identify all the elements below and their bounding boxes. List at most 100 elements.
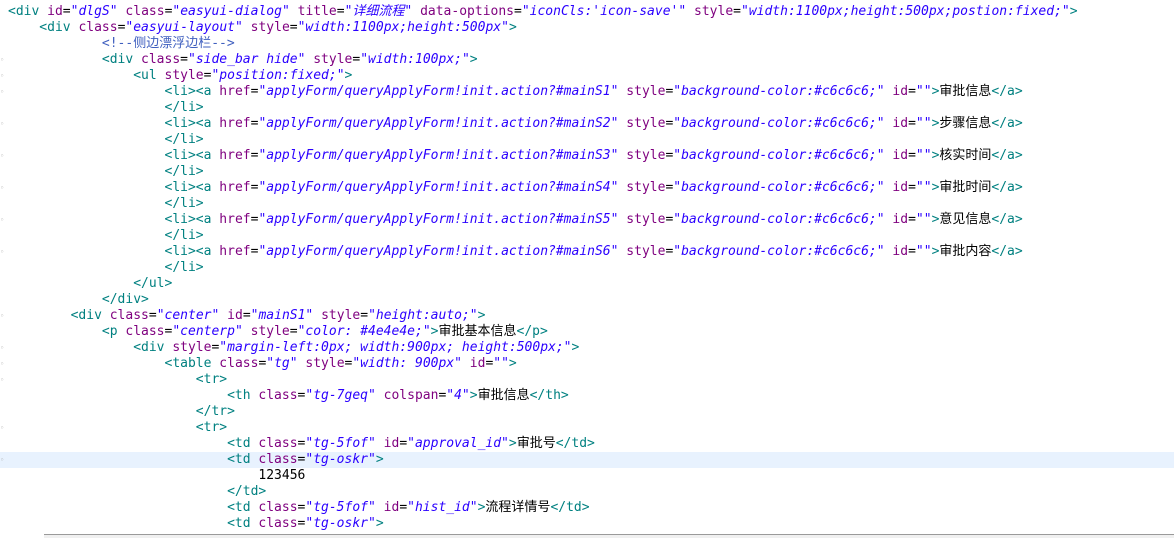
code-line[interactable]: ◦ <li><a href = "applyForm/queryApplyForm!i… <box>0 180 1174 196</box>
token-txt: 流程详情号 <box>485 500 551 515</box>
code-line[interactable]: <div id="dlgS" class="easyui-dialog" tit… <box>0 4 1174 20</box>
code-line[interactable]: <!--侧边漂浮边栏--> <box>0 36 1174 52</box>
code-line[interactable]: <td class="tg-5fof" id="approval_id">审批号… <box>0 436 1174 452</box>
code-line[interactable]: </tr> <box>0 404 1174 420</box>
code-text: <li><a href = "applyForm/queryApplyForm!in… <box>165 84 1023 100</box>
code-line[interactable]: </li> <box>0 164 1174 180</box>
token-tag: </li> <box>164 228 204 243</box>
token-tag: <li><a <box>164 180 220 195</box>
code-line[interactable]: <th class="tg-7geq" colspan="4">审批信息</th… <box>0 388 1174 404</box>
code-line[interactable]: <td class="tg-5fof" id="hist_id">流程详情号</… <box>0 500 1174 516</box>
code-line[interactable]: <td class="tg-oskr"> <box>0 516 1174 532</box>
token-str: "hist_id" <box>407 500 478 515</box>
code-line[interactable]: </li> <box>0 100 1174 116</box>
code-text: <td class="tg-5fof" id="hist_id">流程详情号</… <box>227 500 589 516</box>
fold-marker-icon[interactable]: ◦ <box>0 212 4 228</box>
token-str: "" <box>493 356 509 371</box>
code-line[interactable]: ◦ <table class="tg" style="width: 900px" … <box>0 356 1174 372</box>
fold-marker-icon[interactable]: ◦ <box>0 244 4 260</box>
code-line[interactable]: ◦ <ul style="position:fixed;"> <box>0 68 1174 84</box>
code-editor[interactable]: <div id="dlgS" class="easyui-dialog" tit… <box>0 0 1174 537</box>
code-line[interactable]: ◦ <li><a href = "applyForm/queryApplyForm!i… <box>0 244 1174 260</box>
fold-marker-icon[interactable]: ◦ <box>0 84 4 100</box>
code-line-current[interactable]: ◦ <td class="tg-oskr"> <box>0 452 1174 468</box>
code-line[interactable]: <div class="easyui-layout" style="width:… <box>0 20 1174 36</box>
code-line[interactable]: </li> <box>0 196 1174 212</box>
token-tag: </th> <box>529 388 569 403</box>
fold-marker-icon[interactable]: ◦ <box>0 148 4 164</box>
code-text: <td class="tg-oskr"> <box>227 516 384 532</box>
code-line[interactable]: ◦ <div class="center" id="mainS1" style="… <box>0 308 1174 324</box>
token-tag: <div <box>39 20 79 35</box>
token-str: "" <box>915 148 932 163</box>
token-attr: style <box>626 84 666 99</box>
code-line[interactable]: 123456 <box>0 468 1174 484</box>
token-tag: <table <box>164 356 220 371</box>
token-tag: </a> <box>991 180 1023 195</box>
token-tag: <li><a <box>164 212 220 227</box>
token-txt: = <box>908 116 916 131</box>
fold-marker-icon[interactable]: ◦ <box>0 340 4 356</box>
code-text: <tr> <box>196 420 227 436</box>
token-attr: style <box>172 340 212 355</box>
fold-marker-icon[interactable]: ◦ <box>0 452 4 468</box>
code-line[interactable]: </td> <box>0 484 1174 500</box>
code-line[interactable]: ◦ <li><a href = "applyForm/queryApplyForm!i… <box>0 84 1174 100</box>
fold-marker-icon[interactable]: ◦ <box>0 372 4 388</box>
fold-marker-icon[interactable]: ◦ <box>0 356 4 372</box>
code-line[interactable]: ◦ <tr> <box>0 372 1174 388</box>
token-txt: = <box>908 84 916 99</box>
code-line[interactable]: </li> <box>0 228 1174 244</box>
token-str: "position:fixed;" <box>211 68 345 83</box>
code-text: <div id="dlgS" class="easyui-dialog" tit… <box>8 4 1078 20</box>
token-str: "" <box>915 244 932 259</box>
token-attr: href <box>219 148 251 163</box>
fold-marker-icon[interactable]: ◦ <box>0 308 4 324</box>
code-line[interactable]: ◦ <tr> <box>0 420 1174 436</box>
code-line[interactable]: </li> <box>0 260 1174 276</box>
fold-marker-icon[interactable]: ◦ <box>0 68 4 84</box>
token-attr: id <box>47 4 63 19</box>
token-tag: <td <box>227 452 259 467</box>
code-text: </td> <box>227 484 266 500</box>
code-line[interactable]: ◦ <div style="margin-left:0px; width:900p… <box>0 340 1174 356</box>
fold-marker-icon[interactable]: ◦ <box>0 180 4 196</box>
token-txt: = <box>514 4 522 19</box>
horizontal-scrollbar[interactable] <box>44 534 1174 538</box>
fold-marker-icon[interactable]: ◦ <box>0 52 4 68</box>
token-txt: = <box>289 20 298 35</box>
fold-marker-icon[interactable]: ◦ <box>0 116 4 132</box>
token-attr: class <box>141 52 181 67</box>
code-text: <li><a href = "applyForm/queryApplyForm!in… <box>165 212 1023 228</box>
token-attr: id <box>227 308 243 323</box>
token-str: "" <box>915 212 932 227</box>
code-line[interactable]: ◦ <div class="side_bar hide" style="width… <box>0 52 1174 68</box>
code-line[interactable]: </li> <box>0 132 1174 148</box>
code-text: </li> <box>165 228 204 244</box>
token-tag: <tr> <box>195 372 228 387</box>
token-tag: <div <box>133 340 173 355</box>
fold-marker-icon[interactable]: ◦ <box>0 420 4 436</box>
code-line[interactable]: </div> <box>0 292 1174 308</box>
token-attr: id <box>469 356 486 371</box>
token-attr: colspan <box>383 388 439 403</box>
code-line[interactable]: ◦ <li><a href = "applyForm/queryApplyForm!i… <box>0 212 1174 228</box>
token-tag: > <box>469 52 478 67</box>
token-tag: </p> <box>516 324 548 339</box>
code-text: </tr> <box>196 404 235 420</box>
token-attr: class <box>258 516 298 531</box>
token-attr: style <box>626 244 666 259</box>
token-str: "height:auto;" <box>368 308 478 323</box>
token-txt: = <box>360 308 369 323</box>
code-line[interactable]: ◦ <li><a href = "applyForm/queryApplyForm!i… <box>0 116 1174 132</box>
code-line[interactable]: ◦ <li><a href = "applyForm/queryApplyForm!i… <box>0 148 1174 164</box>
code-line[interactable]: <p class="centerp" style="color: #4e4e4e… <box>0 324 1174 340</box>
token-tag: </a> <box>991 148 1023 163</box>
code-line[interactable]: </ul> <box>0 276 1174 292</box>
token-str: "mainS1" <box>250 308 314 323</box>
